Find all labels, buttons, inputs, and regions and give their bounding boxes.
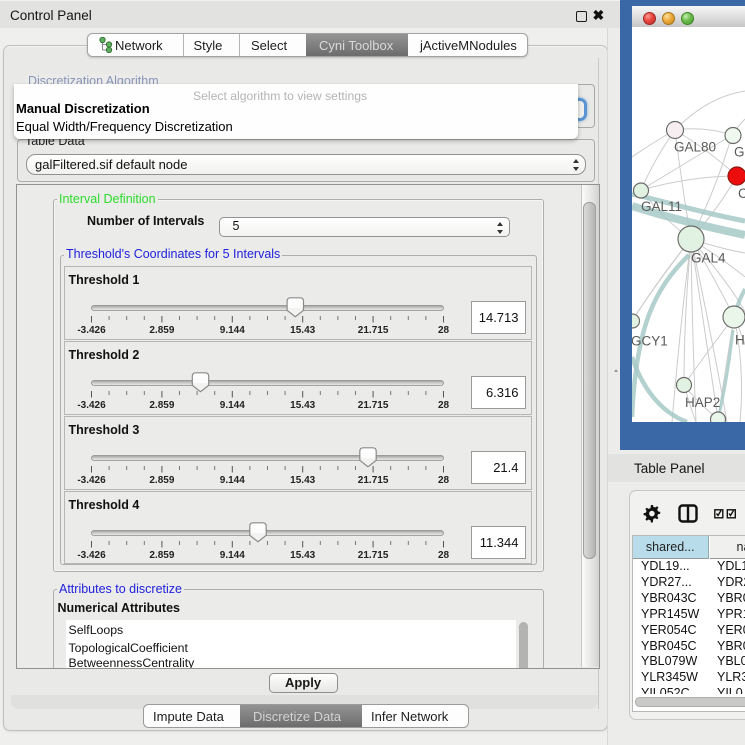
svg-text:HAP2: HAP2 [685,395,720,410]
svg-text:28: 28 [438,550,450,561]
svg-text:15.43: 15.43 [290,325,315,336]
svg-text:H: H [735,333,745,348]
svg-text:-3.426: -3.426 [77,325,106,336]
svg-text:21.715: 21.715 [358,400,389,411]
svg-text:GCY1: GCY1 [632,334,668,349]
svg-text:9.144: 9.144 [220,475,245,486]
svg-text:C: C [738,186,745,201]
svg-text:28: 28 [438,325,450,336]
svg-text:-3.426: -3.426 [77,475,106,486]
svg-text:21.715: 21.715 [358,550,389,561]
svg-text:G.: G. [734,145,745,160]
svg-text:21.715: 21.715 [358,325,389,336]
svg-text:2.859: 2.859 [149,475,174,486]
svg-text:21.715: 21.715 [358,475,389,486]
svg-text:9.144: 9.144 [220,400,245,411]
svg-text:GAL80: GAL80 [674,140,716,155]
svg-text:2.859: 2.859 [149,550,174,561]
svg-text:15.43: 15.43 [290,475,315,486]
svg-text:28: 28 [438,400,450,411]
svg-text:15.43: 15.43 [290,550,315,561]
svg-text:9.144: 9.144 [220,550,245,561]
svg-text:28: 28 [438,475,450,486]
svg-text:9.144: 9.144 [220,325,245,336]
svg-text:2.859: 2.859 [149,325,174,336]
svg-text:GAL11: GAL11 [641,199,682,214]
svg-text:-3.426: -3.426 [77,400,106,411]
svg-text:GAL4: GAL4 [691,251,726,266]
svg-text:-3.426: -3.426 [77,550,106,561]
svg-text:15.43: 15.43 [290,400,315,411]
svg-text:2.859: 2.859 [149,400,174,411]
